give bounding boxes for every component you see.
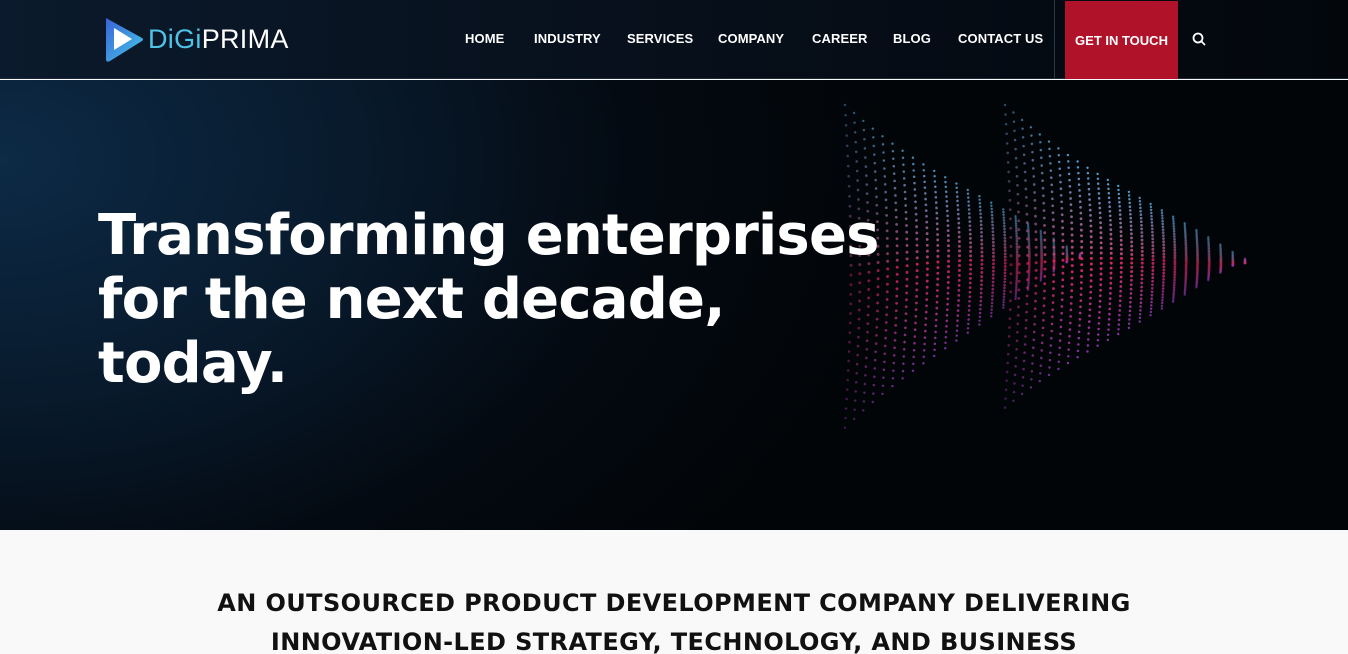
nav-blog[interactable]: BLOG <box>893 31 931 46</box>
nav-services[interactable]: SERVICES <box>627 31 693 46</box>
hero-title-line2: for the next decade, today. <box>98 267 726 396</box>
site-header: DiGiPRIMA HOME INDUSTRY SERVICES COMPANY… <box>0 0 1348 79</box>
intro-heading: AN OUTSOURCED PRODUCT DEVELOPMENT COMPAN… <box>174 584 1174 654</box>
get-in-touch-button[interactable]: GET IN TOUCH <box>1065 1 1178 79</box>
intro-line2: INNOVATION-LED STRATEGY, TECHNOLOGY, AND… <box>270 628 1078 654</box>
nav-contact-us[interactable]: CONTACT US <box>958 31 1043 46</box>
hero-title: Transforming enterprises for the next de… <box>98 204 918 396</box>
nav-company[interactable]: COMPANY <box>718 31 784 46</box>
intro-line1: AN OUTSOURCED PRODUCT DEVELOPMENT COMPAN… <box>217 589 1131 617</box>
nav-home[interactable]: HOME <box>465 31 504 46</box>
nav-career[interactable]: CAREER <box>812 31 868 46</box>
search-icon[interactable] <box>1189 29 1209 49</box>
hero-title-line1: Transforming enterprises <box>98 203 879 268</box>
nav-industry[interactable]: INDUSTRY <box>534 31 601 46</box>
hero-banner: Transforming enterprises for the next de… <box>0 80 1348 530</box>
intro-section: AN OUTSOURCED PRODUCT DEVELOPMENT COMPAN… <box>0 530 1348 654</box>
nav-divider <box>1054 0 1055 79</box>
main-nav: HOME INDUSTRY SERVICES COMPANY CAREER BL… <box>0 0 1348 79</box>
